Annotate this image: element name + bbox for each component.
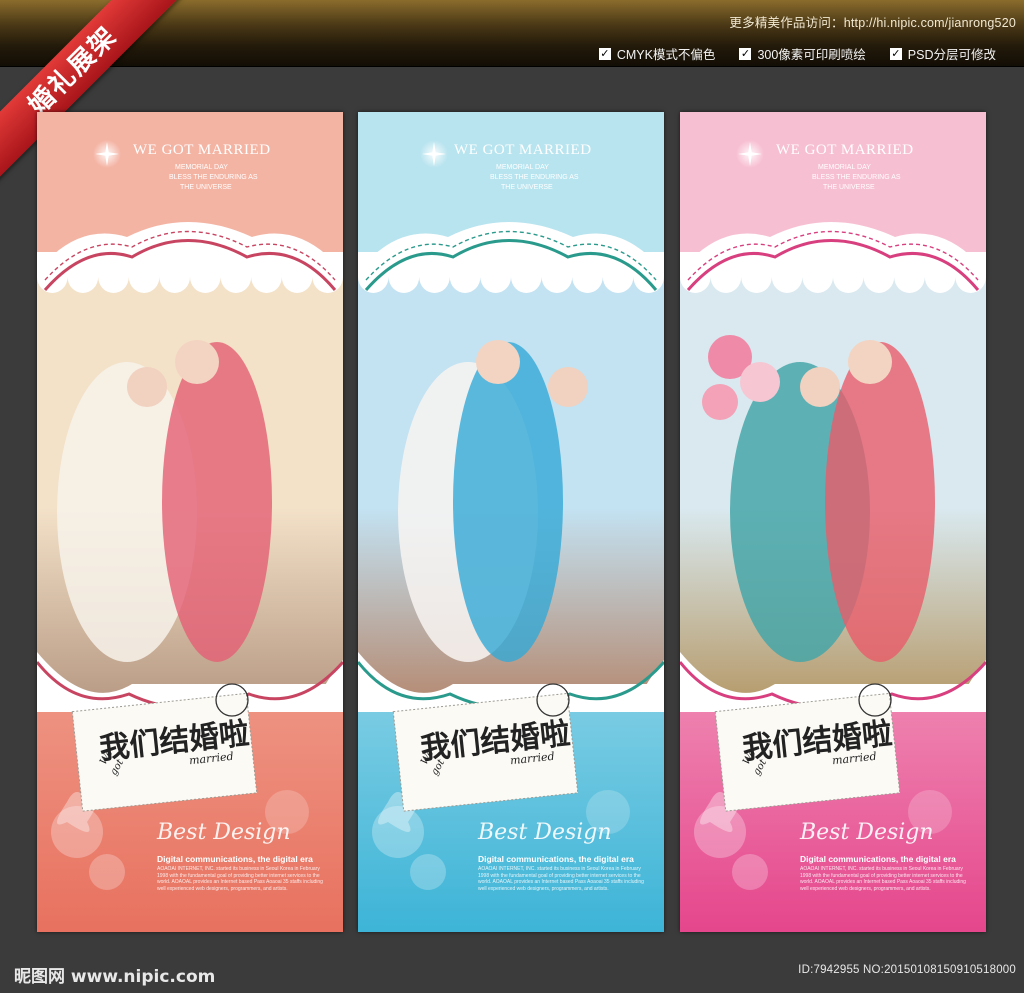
checkbox-icon: ✓ xyxy=(889,46,902,60)
feature-300dpi: ✓ 300像素可印刷喷绘 xyxy=(739,44,866,63)
script-title: Best Design xyxy=(800,820,934,845)
subline: THE UNIVERSE xyxy=(823,184,875,191)
banner-stand-pink: WE GOT MARRIED MEMORIAL DAY BLESS THE ENDU… xyxy=(680,112,986,932)
subline: MEMORIAL DAY xyxy=(496,164,549,171)
banner-stand-coral: WE GOT MARRIED MEMORIAL DAY BLESS THE ENDU… xyxy=(37,112,343,932)
headline: WE GOT MARRIED xyxy=(454,142,592,158)
body-text: AOAOAI INTERNET, INC. started its busine… xyxy=(478,866,644,892)
tagline: Digital communications, the digital era xyxy=(800,854,956,864)
headline: WE GOT MARRIED xyxy=(133,142,271,158)
feature-list: ✓ CMYK模式不偏色 ✓ 300像素可印刷喷绘 ✓ PSD分层可修改 xyxy=(598,44,996,63)
subline: BLESS THE ENDURING AS xyxy=(490,174,579,181)
tagline: Digital communications, the digital era xyxy=(157,854,313,864)
body-text: AOAOAI INTERNET, INC. started its busine… xyxy=(800,866,966,892)
image-id: ID:7942955 NO:20150108150910518000 xyxy=(798,964,1016,976)
script-title: Best Design xyxy=(157,820,291,845)
banner-stand-blue: WE GOT MARRIED MEMORIAL DAY BLESS THE ENDU… xyxy=(358,112,664,932)
subline: BLESS THE ENDURING AS xyxy=(812,174,901,181)
visit-link[interactable]: 更多精美作品访问：http://hi.nipic.com/jianrong520 xyxy=(729,12,1016,31)
subline: BLESS THE ENDURING AS xyxy=(169,174,258,181)
feature-label: PSD分层可修改 xyxy=(907,48,996,62)
subline: MEMORIAL DAY xyxy=(175,164,228,171)
script-title: Best Design xyxy=(478,820,612,845)
subline: THE UNIVERSE xyxy=(501,184,553,191)
checkbox-icon: ✓ xyxy=(739,46,752,60)
feature-psd: ✓ PSD分层可修改 xyxy=(889,44,996,63)
site-logo[interactable]: 昵图网 www.nipic.com xyxy=(14,962,215,987)
feature-label: CMYK模式不偏色 xyxy=(616,48,716,62)
feature-cmyk: ✓ CMYK模式不偏色 xyxy=(598,44,716,63)
headline: WE GOT MARRIED xyxy=(776,142,914,158)
feature-label: 300像素可印刷喷绘 xyxy=(757,48,866,62)
tagline: Digital communications, the digital era xyxy=(478,854,634,864)
subline: THE UNIVERSE xyxy=(180,184,232,191)
subline: MEMORIAL DAY xyxy=(818,164,871,171)
body-text: AOAOAI INTERNET, INC. started its busine… xyxy=(157,866,323,892)
checkbox-icon: ✓ xyxy=(598,46,611,60)
